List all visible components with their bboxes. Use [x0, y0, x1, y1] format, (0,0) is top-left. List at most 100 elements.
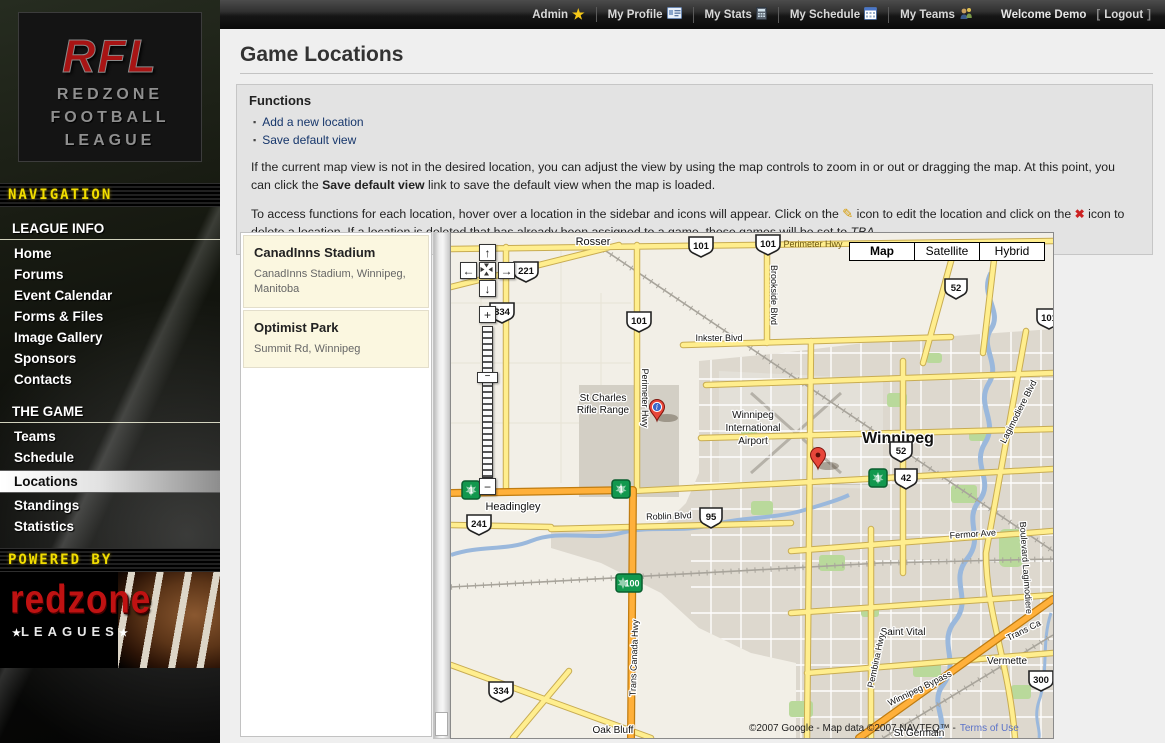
svg-text:Rosser: Rosser: [576, 236, 611, 248]
sidebar-item-image-gallery[interactable]: Image Gallery: [0, 327, 220, 348]
section-the-game: THE GAME: [0, 402, 220, 423]
functions-title: Functions: [249, 93, 1140, 108]
svg-text:101: 101: [631, 316, 648, 327]
svg-text:101: 101: [1041, 313, 1053, 324]
sidebar-item-event-calendar[interactable]: Event Calendar: [0, 285, 220, 306]
sidebar-item-home[interactable]: Home: [0, 243, 220, 264]
star-icon: ★: [12, 628, 21, 639]
map-type-switcher: Map Satellite Hybrid: [850, 242, 1045, 261]
id-card-icon: [667, 7, 682, 22]
location-name: Optimist Park: [254, 320, 418, 335]
edit-pencil-icon: ✎: [842, 206, 853, 221]
sidebar-item-teams[interactable]: Teams: [0, 426, 220, 447]
map-type-hybrid-button[interactable]: Hybrid: [979, 242, 1045, 261]
svg-text:Winnipeg: Winnipeg: [732, 410, 774, 421]
logout-group: [ Logout ]: [1096, 9, 1151, 21]
sidebar: RFL REDZONE FOOTBALL LEAGUE NAVIGATION L…: [0, 0, 220, 743]
logo-abbr: RFL: [19, 29, 201, 83]
logout-button[interactable]: Logout: [1104, 9, 1143, 21]
map-pan-right-button[interactable]: →: [498, 262, 515, 279]
map-pan-up-button[interactable]: ↑: [479, 244, 496, 261]
svg-text:International: International: [725, 423, 780, 434]
svg-text:Roblin Blvd: Roblin Blvd: [646, 510, 692, 522]
map-pan-left-button[interactable]: ←: [460, 262, 477, 279]
map-copyright: ©2007 Google - Map data ©2007 NAVTEQ™ -T…: [749, 723, 1019, 734]
topbar: Admin ★ My Profile My Stats My Schedule …: [220, 0, 1165, 29]
title-divider: [240, 73, 1153, 74]
svg-text:Saint Vital: Saint Vital: [881, 627, 926, 638]
svg-text:Vermette: Vermette: [987, 656, 1027, 667]
bullet-icon: ▪: [253, 135, 256, 145]
calculator-icon: [756, 7, 767, 23]
sidebar-item-forms-files[interactable]: Forms & Files: [0, 306, 220, 327]
save-default-view-link[interactable]: Save default view: [262, 133, 356, 147]
sidebar-item-schedule[interactable]: Schedule: [0, 447, 220, 468]
navigation-bar: NAVIGATION: [0, 183, 220, 207]
map-pan-down-button[interactable]: ↓: [479, 280, 496, 297]
svg-text:1: 1: [875, 474, 880, 484]
svg-text:1: 1: [618, 485, 623, 495]
location-card-canadinns[interactable]: CanadInns Stadium CanadInns Stadium, Win…: [243, 235, 429, 308]
trans-canada-shield-100: 100: [616, 574, 642, 592]
map-zoom-out-button[interactable]: −: [479, 478, 496, 495]
map-type-map-button[interactable]: Map: [849, 242, 915, 261]
map-pan-center-button[interactable]: [479, 262, 496, 279]
svg-text:101: 101: [760, 239, 777, 250]
delete-x-icon: ✖: [1075, 207, 1085, 221]
functions-box: Functions ▪ Add a new location ▪ Save defa…: [236, 84, 1153, 255]
sidebar-item-forums[interactable]: Forums: [0, 264, 220, 285]
bullet-icon: ▪: [253, 117, 256, 127]
location-list-scrollbar[interactable]: [433, 232, 450, 739]
location-address: CanadInns Stadium, Winnipeg, Manitoba: [254, 267, 418, 297]
svg-text:300: 300: [1033, 675, 1049, 686]
svg-text:42: 42: [901, 473, 912, 484]
map-zoom-slider-track[interactable]: [482, 326, 493, 478]
location-card-optimist-park[interactable]: Optimist Park Summit Rd, Winnipeg: [243, 310, 429, 368]
sidebar-item-statistics[interactable]: Statistics: [0, 516, 220, 537]
map-graphic: Rosser Perimeter Hwy Brookside Blvd Inks…: [451, 233, 1053, 738]
trans-canada-shield-1: 1: [462, 481, 480, 499]
svg-text:334: 334: [493, 686, 510, 697]
svg-text:Perimeter Hwy: Perimeter Hwy: [640, 368, 650, 428]
sidebar-item-standings[interactable]: Standings: [0, 495, 220, 516]
map-zoom-in-button[interactable]: +: [479, 306, 496, 323]
main-content: Game Locations Functions ▪Add a new loca…: [220, 29, 1165, 743]
svg-text:Rifle Range: Rifle Range: [577, 405, 630, 416]
svg-text:221: 221: [518, 266, 535, 277]
redzone-leagues-logo: redzone ★LEAGUES★: [0, 572, 220, 668]
instructions-paragraph-1: If the current map view is not in the de…: [251, 158, 1138, 195]
terms-of-use-link[interactable]: Terms of Use: [960, 723, 1019, 734]
map-type-satellite-button[interactable]: Satellite: [914, 242, 980, 261]
add-location-link[interactable]: Add a new location: [262, 115, 363, 129]
topbar-my-profile[interactable]: My Profile: [596, 7, 682, 22]
svg-text:Inkster Blvd: Inkster Blvd: [695, 333, 742, 343]
powered-by-bar: POWERED BY: [0, 548, 220, 572]
map-canvas[interactable]: Rosser Perimeter Hwy Brookside Blvd Inks…: [450, 232, 1054, 739]
trans-canada-shield-1: 1: [612, 480, 630, 498]
svg-text:52: 52: [951, 283, 962, 294]
svg-text:Perimeter Hwy: Perimeter Hwy: [783, 239, 843, 249]
svg-text:Oak Bluff: Oak Bluff: [593, 725, 634, 736]
welcome-text: Welcome Demo: [1001, 9, 1086, 21]
star-icon: ★: [572, 6, 585, 23]
trans-canada-shield-1: 1: [869, 469, 887, 487]
topbar-my-schedule[interactable]: My Schedule: [778, 7, 877, 23]
svg-text:52: 52: [896, 446, 907, 457]
location-name: CanadInns Stadium: [254, 245, 418, 260]
topbar-my-stats[interactable]: My Stats: [693, 7, 767, 23]
section-league-info: LEAGUE INFO: [0, 219, 220, 240]
location-address: Summit Rd, Winnipeg: [254, 342, 418, 357]
center-arrows-icon: [480, 263, 493, 276]
topbar-admin[interactable]: Admin ★: [532, 6, 584, 23]
location-list-panel: CanadInns Stadium CanadInns Stadium, Win…: [240, 232, 450, 739]
sidebar-item-sponsors[interactable]: Sponsors: [0, 348, 220, 369]
svg-text:Headingley: Headingley: [485, 501, 541, 513]
svg-text:Airport: Airport: [738, 436, 768, 447]
sidebar-item-contacts[interactable]: Contacts: [0, 369, 220, 390]
calendar-icon: [864, 7, 877, 23]
map-zoom-slider-thumb[interactable]: −: [477, 372, 498, 383]
sidebar-item-locations[interactable]: Locations: [0, 470, 220, 493]
people-icon: [959, 7, 973, 23]
scrollbar-thumb[interactable]: [435, 712, 448, 736]
topbar-my-teams[interactable]: My Teams: [888, 7, 973, 23]
